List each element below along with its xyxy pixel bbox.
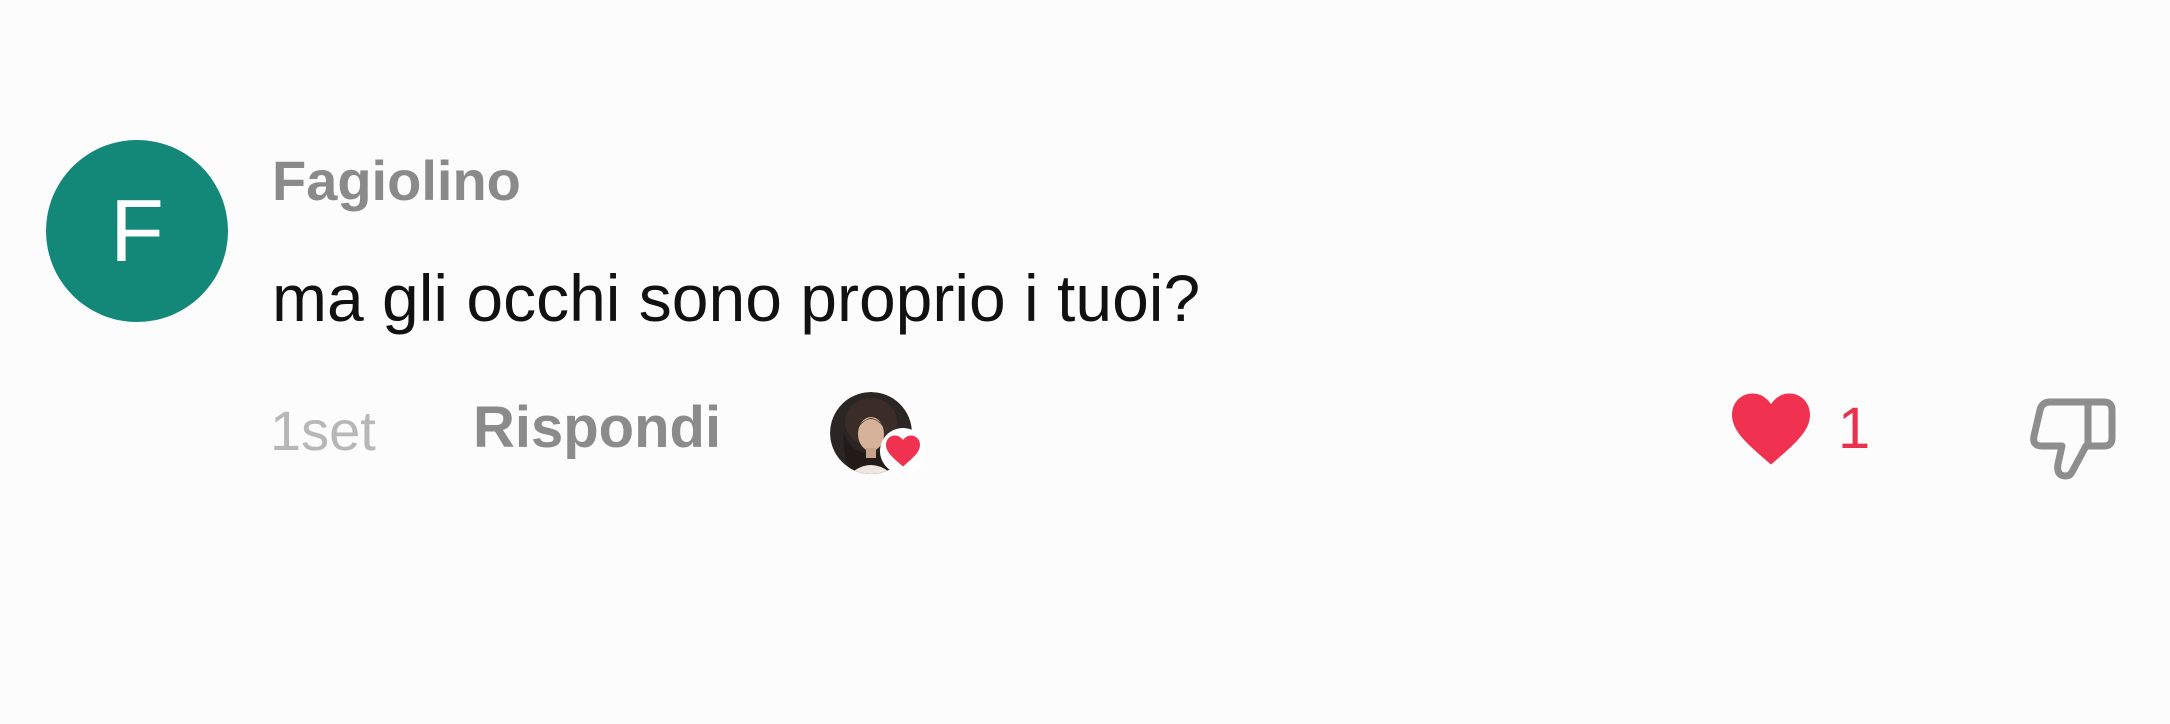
like-count: 1 — [1838, 396, 1871, 461]
comment-username[interactable]: Fagiolino — [272, 150, 521, 212]
dislike-button[interactable] — [2028, 394, 2118, 482]
heart-icon — [1732, 393, 1810, 465]
avatar[interactable]: F — [46, 140, 228, 322]
comment-item: F Fagiolino ma gli occhi sono proprio i … — [0, 0, 2170, 724]
avatar-letter: F — [110, 181, 164, 280]
heart-icon — [880, 428, 926, 474]
creator-liked-badge — [830, 392, 926, 478]
comment-text: ma gli occhi sono proprio i tuoi? — [272, 261, 1201, 335]
reply-button[interactable]: Rispondi — [473, 396, 721, 460]
thumbs-down-icon — [2030, 398, 2116, 480]
comment-timestamp: 1set — [270, 399, 376, 462]
like-button[interactable]: 1 — [1728, 390, 1870, 468]
